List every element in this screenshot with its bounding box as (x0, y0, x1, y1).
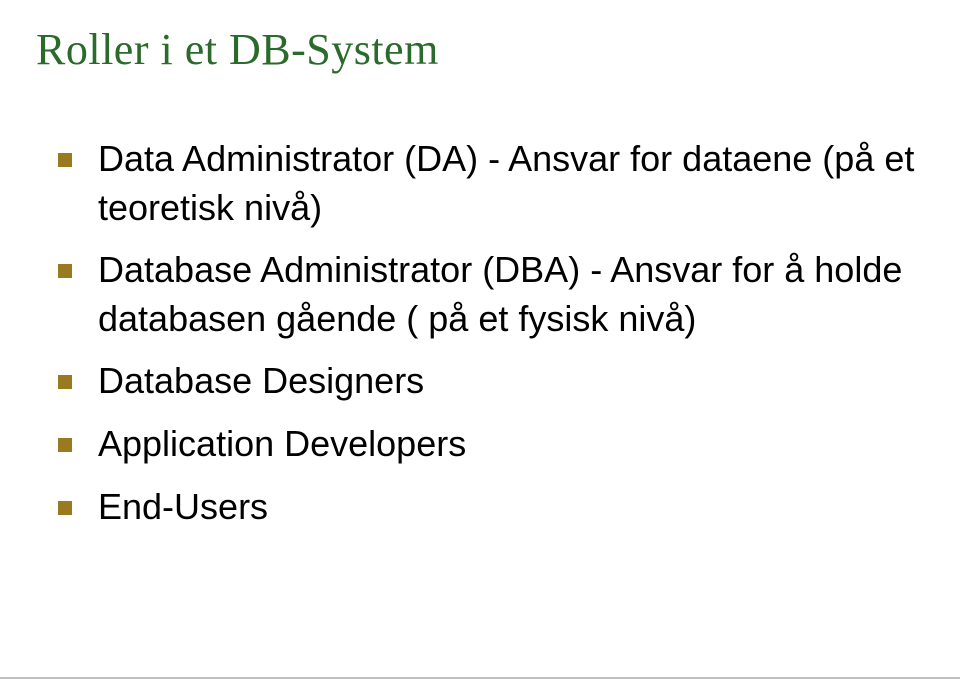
list-item: Application Developers (58, 420, 924, 469)
list-item: Database Administrator (DBA) - Ansvar fo… (58, 246, 924, 343)
list-item: Database Designers (58, 357, 924, 406)
list-item: End-Users (58, 483, 924, 532)
list-item: Data Administrator (DA) - Ansvar for dat… (58, 135, 924, 232)
slide: Roller i et DB-System Data Administrator… (0, 0, 960, 687)
footer-divider (0, 677, 960, 679)
slide-title: Roller i et DB-System (36, 24, 924, 75)
bullet-list: Data Administrator (DA) - Ansvar for dat… (36, 135, 924, 531)
